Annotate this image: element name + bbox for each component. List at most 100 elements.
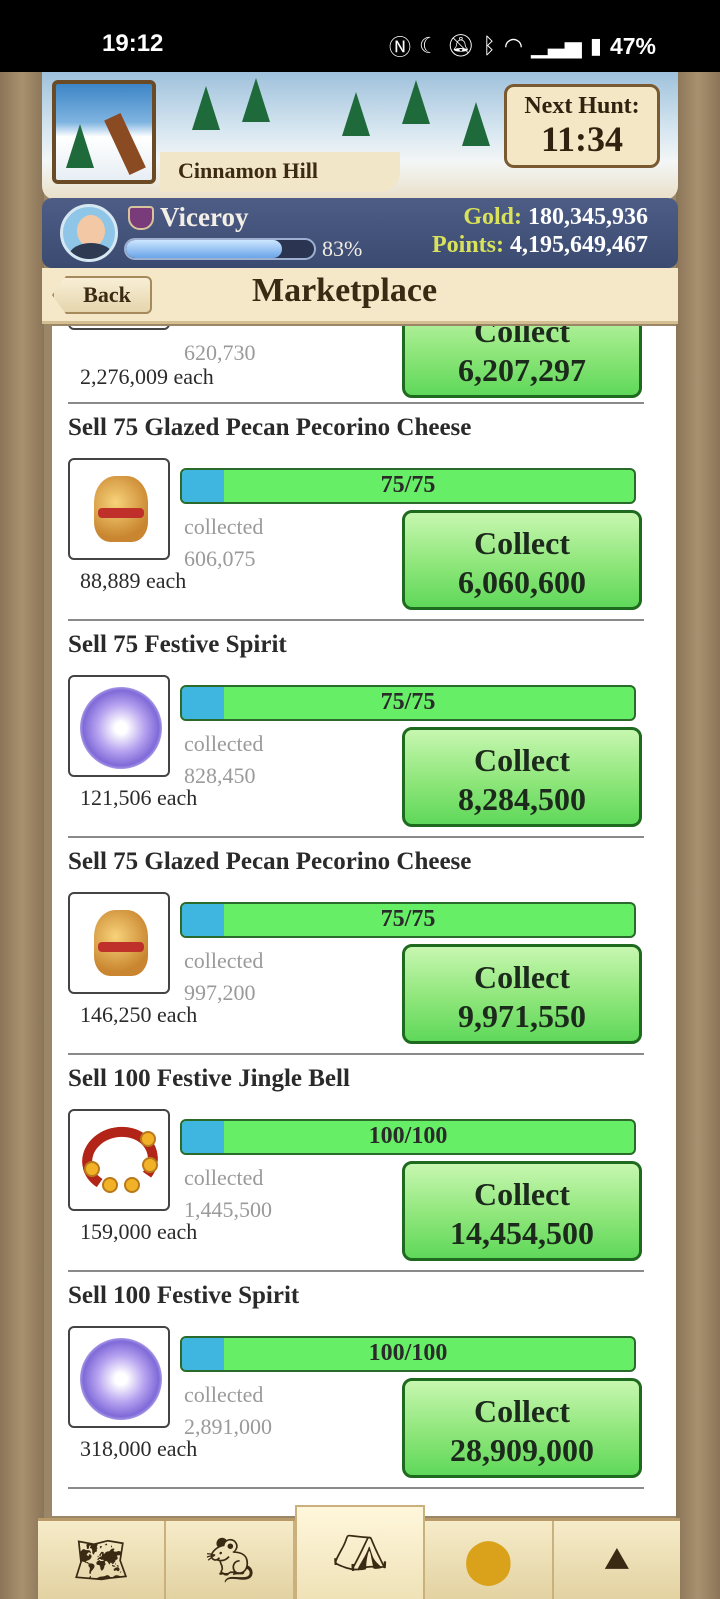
marketplace-list[interactable]: 620,730 2,276,009 each Collect 6,207,297… — [52, 326, 676, 1516]
price-each: 2,276,009 each — [80, 364, 214, 389]
collect-button[interactable]: Collect 9,971,550 — [402, 944, 642, 1044]
spirit-icon — [70, 1328, 168, 1426]
next-hunt-timer[interactable]: Next Hunt: 11:34 — [504, 84, 660, 168]
progress-text: 75/75 — [380, 689, 436, 715]
location-name: Cinnamon Hill — [160, 152, 400, 192]
location-thumbnail[interactable] — [52, 80, 156, 184]
nav-map-button[interactable]: 🗺︎ — [38, 1521, 167, 1599]
chevrons-up-icon: ⯅ — [599, 1535, 635, 1585]
collect-button[interactable]: Collect 6,207,297 — [402, 326, 642, 398]
camp-tent-icon: ⛺︎ — [332, 1529, 388, 1578]
price-each: 146,250 each — [80, 1002, 198, 1027]
cheese-icon — [70, 894, 168, 992]
tree-decoration — [342, 92, 370, 136]
nav-gold-button[interactable]: ⬤ — [425, 1521, 554, 1599]
status-icons: Ⓝ ☾ 🔕︎ ᛒ ◠ ▁▃▅ ▮ 47% — [389, 30, 656, 62]
points-value: 4,195,649,467 — [510, 232, 648, 258]
divider — [68, 1487, 644, 1489]
spirit-icon — [70, 677, 168, 775]
gold-label: Gold: — [463, 204, 522, 230]
collected-label: collected — [184, 514, 264, 539]
mute-icon: 🔕︎ — [446, 33, 475, 58]
points-stat: Points: 4,195,649,467 — [432, 232, 648, 259]
item-thumbnail[interactable] — [68, 458, 170, 560]
sale-progress-bar: 100/100 — [180, 1119, 636, 1155]
collect-label: Collect — [474, 1176, 570, 1212]
collect-label: Collect — [474, 326, 570, 349]
nav-mouse-button[interactable]: 🐁︎ — [166, 1521, 295, 1599]
avatar[interactable] — [60, 204, 118, 262]
item-thumbnail[interactable] — [68, 1326, 170, 1428]
bottom-nav: 🗺︎ 🐁︎ ⛺︎ ⬤ ⯅ — [38, 1505, 680, 1599]
frame-right — [676, 72, 720, 1599]
divider — [68, 402, 644, 404]
listing-item: Sell 75 Festive Spirit 75/75 collected 8… — [52, 619, 676, 836]
collect-button[interactable]: Collect 14,454,500 — [402, 1161, 642, 1261]
progress-text: 100/100 — [368, 1340, 448, 1366]
price-each: 88,889 each — [80, 568, 187, 593]
battery-icon: ▮ — [589, 33, 602, 58]
jingle-bell-icon — [70, 1111, 168, 1209]
gold-stat: Gold: 180,345,936 — [463, 204, 648, 231]
listing-item: Sell 75 Glazed Pecan Pecorino Cheese 75/… — [52, 402, 676, 619]
price-each: 121,506 each — [80, 785, 198, 810]
nfc-icon: Ⓝ — [388, 35, 411, 60]
xp-progress-fill — [126, 240, 283, 258]
battery-level: 47% — [609, 32, 656, 59]
tree-decoration — [192, 86, 220, 130]
listing-title: Sell 75 Festive Spirit — [68, 631, 287, 658]
price-each: 318,000 each — [80, 1436, 198, 1461]
listing-title: Sell 100 Festive Jingle Bell — [68, 1065, 350, 1092]
wifi-icon: ◠ — [503, 33, 524, 58]
collect-amount: 14,454,500 — [450, 1215, 594, 1251]
cinnamon-stick — [104, 113, 146, 175]
collect-amount: 6,207,297 — [458, 352, 586, 388]
progress-text: 75/75 — [380, 472, 436, 498]
status-bar: 19:12 Ⓝ ☾ 🔕︎ ᛒ ◠ ▁▃▅ ▮ 47% — [0, 0, 720, 72]
divider — [68, 619, 644, 621]
collect-button[interactable]: Collect 28,909,000 — [402, 1378, 642, 1478]
collected-label: collected — [184, 731, 264, 756]
nav-more-button[interactable]: ⯅ — [554, 1521, 680, 1599]
collect-button[interactable]: Collect 8,284,500 — [402, 727, 642, 827]
sale-progress-bar: 75/75 — [180, 468, 636, 504]
sale-progress-bar: 75/75 — [180, 685, 636, 721]
bluetooth-icon: ᛒ — [482, 33, 496, 58]
collect-label: Collect — [474, 742, 570, 778]
item-thumbnail[interactable] — [68, 326, 170, 330]
listing-item: Sell 75 Glazed Pecan Pecorino Cheese 75/… — [52, 836, 676, 1053]
item-thumbnail[interactable] — [68, 675, 170, 777]
cheese-icon — [70, 326, 168, 328]
collected-label: collected — [184, 1165, 264, 1190]
item-thumbnail[interactable] — [68, 892, 170, 994]
tree-decoration — [462, 102, 490, 146]
divider — [68, 1053, 644, 1055]
collect-button[interactable]: Collect 6,060,600 — [402, 510, 642, 610]
item-thumbnail[interactable] — [68, 1109, 170, 1211]
rank-icon — [128, 206, 154, 230]
collect-amount: 8,284,500 — [458, 781, 586, 817]
collect-label: Collect — [474, 959, 570, 995]
listing-title: Sell 75 Glazed Pecan Pecorino Cheese — [68, 414, 472, 441]
frame-left — [0, 72, 44, 1599]
next-hunt-time: 11:34 — [540, 119, 623, 159]
status-time: 19:12 — [102, 30, 164, 57]
price-each: 159,000 each — [80, 1219, 198, 1244]
points-label: Points: — [432, 232, 504, 258]
nav-camp-button[interactable]: ⛺︎ — [294, 1505, 426, 1599]
listing-title: Sell 75 Glazed Pecan Pecorino Cheese — [68, 848, 472, 875]
xp-percent: 83% — [322, 236, 363, 261]
gold-value: 180,345,936 — [528, 204, 648, 230]
sale-progress-bar: 100/100 — [180, 1336, 636, 1372]
back-button[interactable]: Back — [52, 276, 152, 314]
listing-item: 620,730 2,276,009 each Collect 6,207,297 — [52, 326, 676, 398]
listing-item: Sell 100 Festive Jingle Bell 100/100 col… — [52, 1053, 676, 1270]
mouse-icon: 🐁︎ — [201, 1536, 258, 1585]
xp-progress-bar — [124, 238, 316, 260]
moon-icon: ☾ — [419, 33, 439, 58]
collect-amount: 28,909,000 — [450, 1432, 594, 1468]
gold-coins-icon: ⬤ — [463, 1535, 514, 1585]
collect-amount: 6,060,600 — [458, 564, 586, 600]
next-hunt-label: Next Hunt: — [524, 93, 640, 119]
map-icon: 🗺︎ — [73, 1536, 130, 1585]
